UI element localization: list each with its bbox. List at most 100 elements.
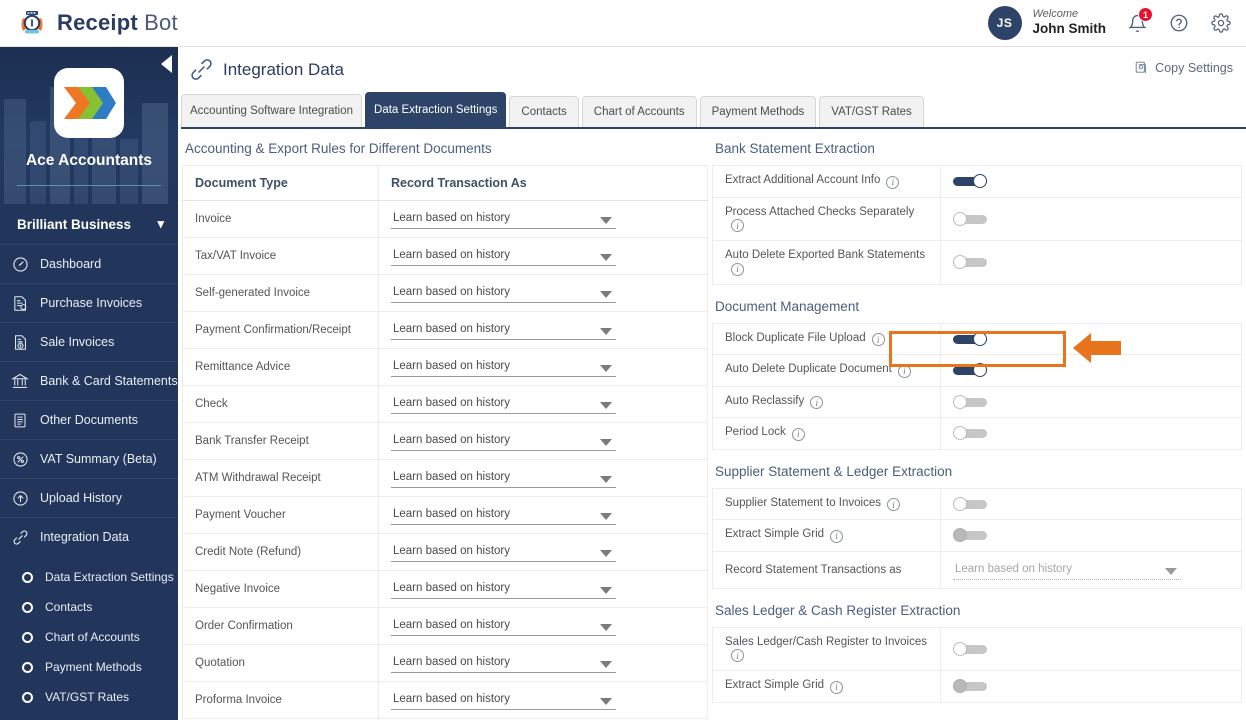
header-right-group: JS Welcome John Smith 1: [987, 6, 1233, 40]
tab-payment-methods[interactable]: Payment Methods: [699, 96, 817, 127]
info-icon[interactable]: i: [731, 262, 744, 276]
cell-setting-label: Auto Delete Duplicate Document i: [712, 354, 941, 387]
setting-toggle[interactable]: [953, 426, 987, 441]
select-value: Learn based on history: [393, 471, 510, 483]
tab-vat-gst-rates[interactable]: VAT/GST Rates: [819, 96, 924, 127]
sidebar-item-contacts[interactable]: Contacts: [0, 592, 178, 622]
cell-setting-label: Period Lock i: [712, 417, 941, 450]
tab-label: Contacts: [521, 105, 567, 118]
bullet-icon: [22, 571, 33, 583]
setting-toggle[interactable]: [953, 496, 987, 511]
business-switcher[interactable]: Brilliant Business ▾: [0, 204, 178, 244]
record-transaction-as-select[interactable]: Learn based on history: [391, 616, 616, 636]
setting-toggle[interactable]: [953, 174, 987, 189]
sidebar-item-other-documents[interactable]: Other Documents: [0, 400, 178, 439]
setting-label: Process Attached Checks Separately: [725, 205, 915, 218]
sidebar-item-vat-gst-rates[interactable]: VAT/GST Rates: [0, 682, 178, 712]
welcome-label: Welcome: [1032, 7, 1079, 20]
info-icon[interactable]: i: [830, 529, 844, 543]
chevron-down-icon: [600, 550, 612, 557]
sidebar-item-integration-data[interactable]: Integration Data: [0, 517, 178, 556]
sidebar-item-purchase-invoices[interactable]: Purchase Invoices: [0, 283, 178, 322]
dashboard-icon: [9, 253, 31, 275]
gear-icon[interactable]: [1210, 12, 1232, 34]
cell-record-transaction-as: Learn based on history: [378, 237, 708, 275]
cell-setting-label: Auto Delete Exported Bank Statementsi: [712, 240, 941, 285]
cell-setting-label: Extract Simple Grid i: [712, 519, 941, 552]
tab-bar: Accounting Software Integration Data Ext…: [181, 92, 1246, 129]
select-value: Learn based on history: [393, 397, 510, 409]
brand-logo-group[interactable]: Receipt Bot: [17, 8, 178, 38]
link-icon: [9, 526, 31, 548]
settings-section: Sales Ledger & Cash Register Extraction S…: [712, 603, 1242, 703]
setting-toggle[interactable]: [953, 641, 987, 656]
sidebar-item-label: VAT Summary (Beta): [40, 452, 157, 466]
record-transaction-as-select[interactable]: Learn based on history: [391, 394, 616, 414]
settings-section: Bank Statement Extraction Extract Additio…: [712, 141, 1242, 285]
sidebar-item-upload-history[interactable]: Upload History: [0, 478, 178, 517]
setting-toggle[interactable]: [953, 528, 987, 543]
sidebar-item-vat-summary[interactable]: VAT Summary (Beta): [0, 439, 178, 478]
record-transaction-as-select[interactable]: Learn based on history: [391, 542, 616, 562]
copy-settings-button[interactable]: Copy Settings: [1134, 60, 1233, 75]
info-icon[interactable]: i: [810, 396, 824, 409]
toggle-knob: [953, 528, 967, 543]
tab-contacts[interactable]: Contacts: [509, 96, 579, 127]
select-value: Learn based on history: [393, 360, 510, 372]
sidebar-item-label: Integration Data: [40, 530, 129, 544]
cell-setting-control: [940, 487, 1242, 520]
record-transaction-as-select[interactable]: Learn based on history: [391, 431, 616, 451]
setting-toggle[interactable]: [953, 394, 987, 409]
sidebar-collapse-button[interactable]: [161, 55, 172, 73]
tab-data-extraction-settings[interactable]: Data Extraction Settings: [365, 92, 507, 127]
info-icon[interactable]: i: [731, 219, 744, 232]
info-icon[interactable]: i: [791, 427, 805, 441]
section-title: Sales Ledger & Cash Register Extraction: [715, 602, 961, 618]
record-transaction-as-select[interactable]: Learn based on history: [391, 357, 616, 377]
record-transaction-as-select[interactable]: Learn based on history: [391, 209, 616, 229]
cell-setting-control: Learn based on history: [940, 550, 1242, 589]
settings-row: Extract Additional Account Info i: [712, 165, 1242, 198]
setting-toggle[interactable]: [953, 363, 987, 378]
sidebar-item-chart-of-accounts[interactable]: Chart of Accounts: [0, 622, 178, 652]
tab-accounting-software-integration[interactable]: Accounting Software Integration: [181, 94, 363, 127]
setting-toggle[interactable]: [953, 255, 987, 270]
record-transaction-as-select[interactable]: Learn based on history: [391, 468, 616, 488]
select-value: Learn based on history: [393, 545, 510, 557]
info-icon[interactable]: i: [731, 649, 744, 662]
record-transaction-as-select[interactable]: Learn based on history: [391, 653, 616, 673]
sidebar-item-label: Sale Invoices: [40, 335, 115, 349]
setting-toggle[interactable]: [953, 679, 987, 694]
info-icon[interactable]: i: [886, 175, 900, 189]
cell-document-type: Proforma Invoice: [182, 681, 379, 719]
info-icon[interactable]: i: [830, 680, 844, 694]
sidebar-item-payment-methods[interactable]: Payment Methods: [0, 652, 178, 682]
accounting-export-rules-panel: Accounting & Export Rules for Different …: [178, 141, 708, 720]
brand-title-light: Bot: [137, 10, 178, 35]
sidebar-item-bank-card-statements[interactable]: Bank & Card Statements: [0, 361, 178, 400]
record-transaction-as-select[interactable]: Learn based on history: [391, 246, 616, 266]
sidebar-item-sale-invoices[interactable]: Sale Invoices: [0, 322, 178, 361]
notifications-button[interactable]: 1: [1126, 7, 1153, 34]
sidebar-item-dashboard[interactable]: Dashboard: [0, 244, 178, 283]
record-statement-transactions-select[interactable]: Learn based on history: [953, 560, 1181, 580]
cell-document-type: Payment Confirmation/Receipt: [182, 311, 379, 349]
info-icon[interactable]: i: [897, 364, 911, 378]
setting-toggle[interactable]: [953, 331, 987, 346]
info-icon[interactable]: i: [886, 498, 900, 511]
tab-chart-of-accounts[interactable]: Chart of Accounts: [581, 96, 697, 127]
user-name[interactable]: John Smith: [1033, 21, 1107, 38]
sale-invoice-icon: [9, 331, 31, 353]
column-header-record-transaction-as: Record Transaction As: [378, 165, 708, 201]
record-transaction-as-select[interactable]: Learn based on history: [391, 505, 616, 525]
record-transaction-as-select[interactable]: Learn based on history: [391, 283, 616, 303]
help-icon[interactable]: [1168, 12, 1190, 34]
sidebar-item-data-extraction-settings[interactable]: Data Extraction Settings: [0, 562, 178, 592]
info-icon[interactable]: i: [871, 333, 885, 346]
cell-document-type: Bank Transfer Receipt: [182, 422, 379, 460]
record-transaction-as-select[interactable]: Learn based on history: [391, 320, 616, 340]
record-transaction-as-select[interactable]: Learn based on history: [391, 690, 616, 710]
setting-toggle[interactable]: [953, 211, 987, 226]
record-transaction-as-select[interactable]: Learn based on history: [391, 579, 616, 599]
avatar[interactable]: JS: [987, 6, 1022, 40]
